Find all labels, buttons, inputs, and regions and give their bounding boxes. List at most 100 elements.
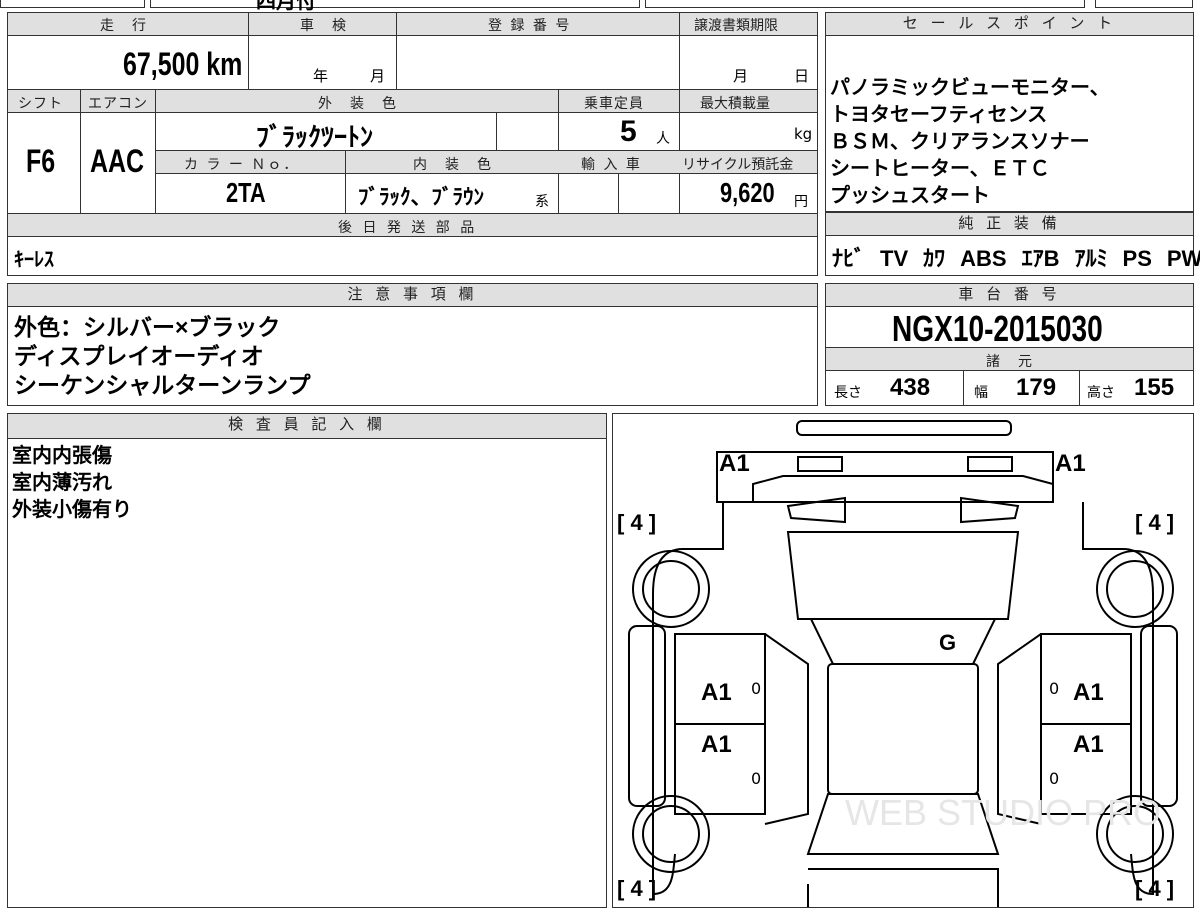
equipment-label: 純 正 装 備	[826, 213, 1193, 236]
tire-front-left-inner	[642, 560, 700, 618]
capacity-value: 5	[620, 115, 637, 148]
inspector-label: 検 査 員 記 入 欄	[8, 414, 606, 439]
inspection-label: 車 検	[300, 18, 348, 34]
mileage-label: 走 行	[100, 18, 148, 34]
tire-front-right	[1096, 550, 1174, 628]
top-strip-left	[0, 0, 145, 8]
capacity-label: 乗車定員	[584, 96, 644, 112]
mark-front-left: A1	[719, 450, 750, 477]
interior-color-suffix: 系	[535, 194, 549, 210]
equipment-items: ﾅﾋﾞ TV ｶﾜ ABS ｴｱB ｱﾙﾐ PS PW	[832, 241, 1200, 273]
equipment-item: ABS	[960, 246, 1007, 271]
inspector-lines: 室内内張傷 室内薄汚れ 外装小傷有り	[12, 442, 132, 523]
tire-rear-left	[632, 795, 710, 873]
equipment-item: ｶﾜ	[923, 246, 946, 271]
notes-panel: 注 意 事 項 欄 外色：シルバー×ブラック ディスプレイオーディオ シーケンシ…	[7, 283, 818, 406]
mark-zero-3: 0	[751, 769, 762, 788]
recycle-unit: 円	[794, 194, 808, 210]
length-label: 長さ	[834, 385, 862, 401]
transfer-month-unit: 月	[733, 67, 749, 85]
notes-lines: 外色：シルバー×ブラック ディスプレイオーディオ シーケンシャルターンランプ	[14, 313, 310, 400]
chassis-number: NGX10-2015030	[892, 308, 1103, 349]
mark-door-rear-right: A1	[1073, 731, 1104, 758]
sales-points-lines: パノラミックビューモニター、 トヨタセーフティセンス ＢＳＭ、クリアランスソナー…	[830, 75, 1110, 210]
color-no-label: カ ラ ー Ｎｏ．	[184, 157, 300, 173]
equipment-item: TV	[880, 246, 909, 271]
mark-zero-4: 0	[1049, 769, 1060, 788]
equipment-item: PW	[1166, 246, 1200, 271]
hood-outline	[752, 475, 1054, 502]
pillar-left	[764, 633, 809, 825]
height-label: 高さ	[1087, 385, 1115, 401]
mark-tire-front-right: [ 4 ]	[1135, 510, 1175, 535]
tire-front-right-inner	[1106, 560, 1164, 618]
tire-front-left	[632, 550, 710, 628]
inspector-line: 外装小傷有り	[12, 497, 132, 521]
sales-point-line: ＢＳＭ、クリアランスソナー	[830, 131, 1090, 153]
exterior-color-value: ﾌﾞﾗｯｸﾂｰﾄﾝ	[256, 122, 374, 152]
width-value: 179	[1016, 374, 1057, 401]
top-strip-right	[645, 0, 1085, 8]
equipment-item: ﾅﾋﾞ	[832, 246, 866, 271]
equipment-item: ｱﾙﾐ	[1074, 246, 1108, 271]
sales-points-panel: セ ー ル ス ポ イ ン ト パノラミックビューモニター、 トヨタセーフティセ…	[825, 12, 1194, 212]
chassis-label: 車 台 番 号	[826, 284, 1193, 307]
recycle-value: 9,620	[720, 177, 775, 208]
inspector-panel: 検 査 員 記 入 欄 室内内張傷 室内薄汚れ 外装小傷有り	[7, 413, 607, 908]
hood	[786, 531, 1020, 620]
height-value: 155	[1134, 374, 1175, 401]
max-load-label: 最大積載量	[700, 96, 770, 112]
mark-zero-2: 0	[1049, 679, 1060, 698]
shift-value: F6	[26, 143, 56, 179]
mark-front-right: A1	[1055, 450, 1086, 477]
mark-door-rear-left: A1	[701, 731, 732, 758]
side-rail-right	[1140, 625, 1178, 807]
later-parts-label: 後 日 発 送 部 品	[338, 220, 478, 236]
mark-tire-rear-right: [ 4 ]	[1135, 876, 1175, 901]
headlight-right	[967, 456, 1013, 472]
spec-block: 走 行 車 検 登 録 番 号 譲渡書類期限 67,500 km 年 月 月 日…	[7, 12, 818, 276]
top-strip-mid: 四月付	[150, 0, 640, 13]
windshield	[809, 618, 997, 665]
transfer-day-unit: 日	[794, 67, 810, 85]
transfer-deadline-label: 譲渡書類期限	[694, 18, 778, 34]
ac-label: エアコン	[88, 96, 148, 112]
rear-trunk	[808, 868, 999, 907]
damage-diagram-panel: A1 A1 [ 4 ] [ 4 ] [ 4 ] [ 4 ] G A1 A1 A1…	[612, 413, 1194, 908]
roof	[827, 663, 979, 795]
import-label: 輸 入 車	[581, 157, 642, 173]
equipment-panel: 純 正 装 備 ﾅﾋﾞ TV ｶﾜ ABS ｴｱB ｱﾙﾐ PS PW	[825, 212, 1200, 276]
watermark: WEB STUDIO PRO	[845, 792, 1162, 833]
interior-color-value: ﾌﾞﾗｯｸ、ﾌﾞﾗｳﾝ	[358, 186, 484, 209]
equipment-item: PS	[1122, 246, 1152, 271]
width-label: 幅	[974, 385, 988, 401]
inspection-month-unit: 月	[370, 67, 386, 85]
registration-label: 登 録 番 号	[488, 18, 572, 34]
top-strip-far-right	[1095, 0, 1193, 8]
sales-point-line: トヨタセーフティセンス	[830, 104, 1048, 126]
note-line: 外色：シルバー×ブラック	[14, 314, 281, 340]
capacity-unit: 人	[656, 131, 670, 147]
mark-tire-rear-left: [ 4 ]	[617, 876, 657, 901]
mark-door-front-left: A1	[701, 679, 732, 706]
max-load-unit: kg	[794, 125, 813, 143]
tire-rear-left-inner	[642, 805, 700, 863]
note-line: シーケンシャルターンランプ	[14, 372, 311, 398]
inspector-line: 室内内張傷	[12, 443, 112, 467]
shift-label: シフト	[18, 96, 63, 112]
note-line: ディスプレイオーディオ	[14, 343, 264, 369]
front-bumper-top	[796, 420, 1012, 436]
recycle-label: リサイクル預託金	[682, 157, 794, 173]
ac-value: AAC	[90, 143, 145, 179]
mark-door-front-right: A1	[1073, 679, 1104, 706]
length-value: 438	[890, 374, 931, 401]
headlight-left	[797, 456, 843, 472]
inspection-year-unit: 年	[313, 67, 329, 85]
mark-tire-front-left: [ 4 ]	[617, 510, 657, 535]
interior-color-label: 内 装 色	[413, 157, 493, 173]
mileage-value: 67,500 km	[123, 46, 243, 82]
later-parts-value: ｷｰﾚｽ	[14, 249, 54, 271]
sales-point-line: シートヒーター、ＥＴＣ	[830, 158, 1050, 180]
mark-zero-1: 0	[751, 679, 762, 698]
specs-label: 諸 元	[986, 354, 1034, 370]
